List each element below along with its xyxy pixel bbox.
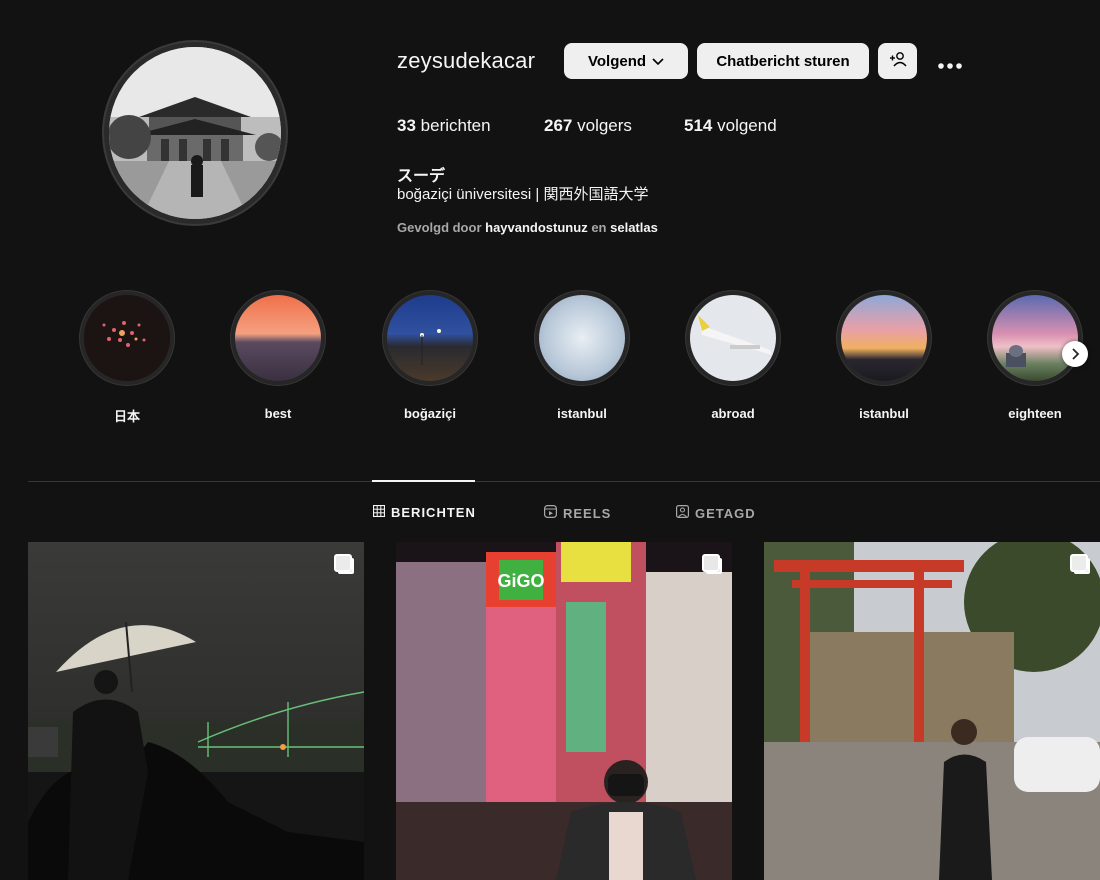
post-image: GiGO	[396, 542, 732, 880]
followed-by-user[interactable]: hayvandostunuz	[485, 220, 588, 235]
grid-icon	[372, 504, 386, 520]
gigo-sign-text: GiGO	[497, 571, 544, 591]
highlight-cover	[230, 290, 326, 386]
highlight-cover	[685, 290, 781, 386]
tab-posts[interactable]: BERICHTEN	[372, 504, 476, 520]
followed-by-user[interactable]: selatlas	[610, 220, 658, 235]
followed-by[interactable]: Gevolgd door hayvandostunuz en selatlas	[397, 220, 658, 235]
multiple-images-icon	[1070, 554, 1088, 572]
chevron-right-icon	[1070, 344, 1080, 365]
followers-count-label: volgers	[577, 116, 632, 135]
reels-icon	[544, 505, 558, 521]
followed-by-prefix: Gevolgd door	[397, 220, 482, 235]
tab-posts-label: BERICHTEN	[391, 505, 476, 520]
profile-avatar[interactable]	[102, 40, 288, 226]
highlight-item[interactable]: best	[230, 290, 326, 421]
post-image	[764, 542, 1100, 880]
followers-count[interactable]: 267 volgers	[544, 116, 632, 136]
following-count[interactable]: 514 volgend	[684, 116, 777, 136]
following-count-value: 514	[684, 116, 713, 135]
followed-by-joiner: en	[591, 220, 607, 235]
multiple-images-icon	[702, 554, 720, 572]
multiple-images-icon	[334, 554, 352, 572]
username: zeysudekacar	[397, 48, 536, 73]
following-button-label: Volgend	[587, 52, 647, 70]
posts-count-label: berichten	[420, 116, 491, 135]
highlight-item[interactable]: abroad	[685, 290, 781, 421]
highlight-label: eighteen	[1008, 406, 1062, 421]
add-person-button[interactable]	[878, 43, 917, 79]
highlight-label: abroad	[711, 406, 755, 421]
highlight-cover	[987, 290, 1083, 386]
add-person-icon	[889, 51, 907, 71]
highlight-item[interactable]: istanbul	[534, 290, 630, 421]
post-thumbnail[interactable]	[28, 542, 364, 880]
highlight-cover	[382, 290, 478, 386]
tab-reels-label: REELS	[563, 505, 612, 521]
tabs-divider	[28, 481, 1100, 482]
tab-tagged[interactable]: GETAGD	[676, 505, 756, 521]
highlights-next-button[interactable]	[1062, 341, 1088, 367]
tab-reels[interactable]: REELS	[544, 505, 611, 521]
highlight-cover	[534, 290, 630, 386]
highlight-label: istanbul	[557, 406, 607, 421]
highlight-cover	[836, 290, 932, 386]
tagged-icon	[676, 505, 690, 521]
avatar-image	[109, 47, 281, 219]
followers-count-value: 267	[544, 116, 573, 135]
post-thumbnail[interactable]: GiGO	[396, 542, 732, 880]
highlight-label: boğaziçi	[403, 406, 456, 421]
highlight-item[interactable]: 日本	[79, 290, 175, 425]
highlight-label: istanbul	[859, 406, 909, 421]
bio: boğaziçi üniversitesi | 関西外国語大学	[397, 186, 649, 203]
post-image	[28, 621, 364, 880]
highlight-label: 日本	[113, 409, 140, 424]
tab-tagged-label: GETAGD	[695, 505, 756, 521]
highlight-label: best	[264, 406, 292, 421]
send-message-button[interactable]: Chatbericht sturen	[697, 43, 869, 79]
following-button[interactable]: Volgend	[564, 43, 688, 79]
highlight-cover	[79, 290, 175, 386]
highlight-item[interactable]: boğaziçi	[382, 290, 478, 421]
posts-count: 33 berichten	[397, 116, 491, 136]
chevron-down-icon	[652, 53, 664, 70]
post-thumbnail[interactable]	[764, 542, 1100, 880]
more-options-icon[interactable]	[937, 50, 963, 76]
active-tab-indicator	[372, 480, 475, 482]
highlight-item[interactable]: istanbul	[836, 290, 932, 421]
posts-count-value: 33	[397, 116, 416, 135]
following-count-label: volgend	[717, 116, 777, 135]
